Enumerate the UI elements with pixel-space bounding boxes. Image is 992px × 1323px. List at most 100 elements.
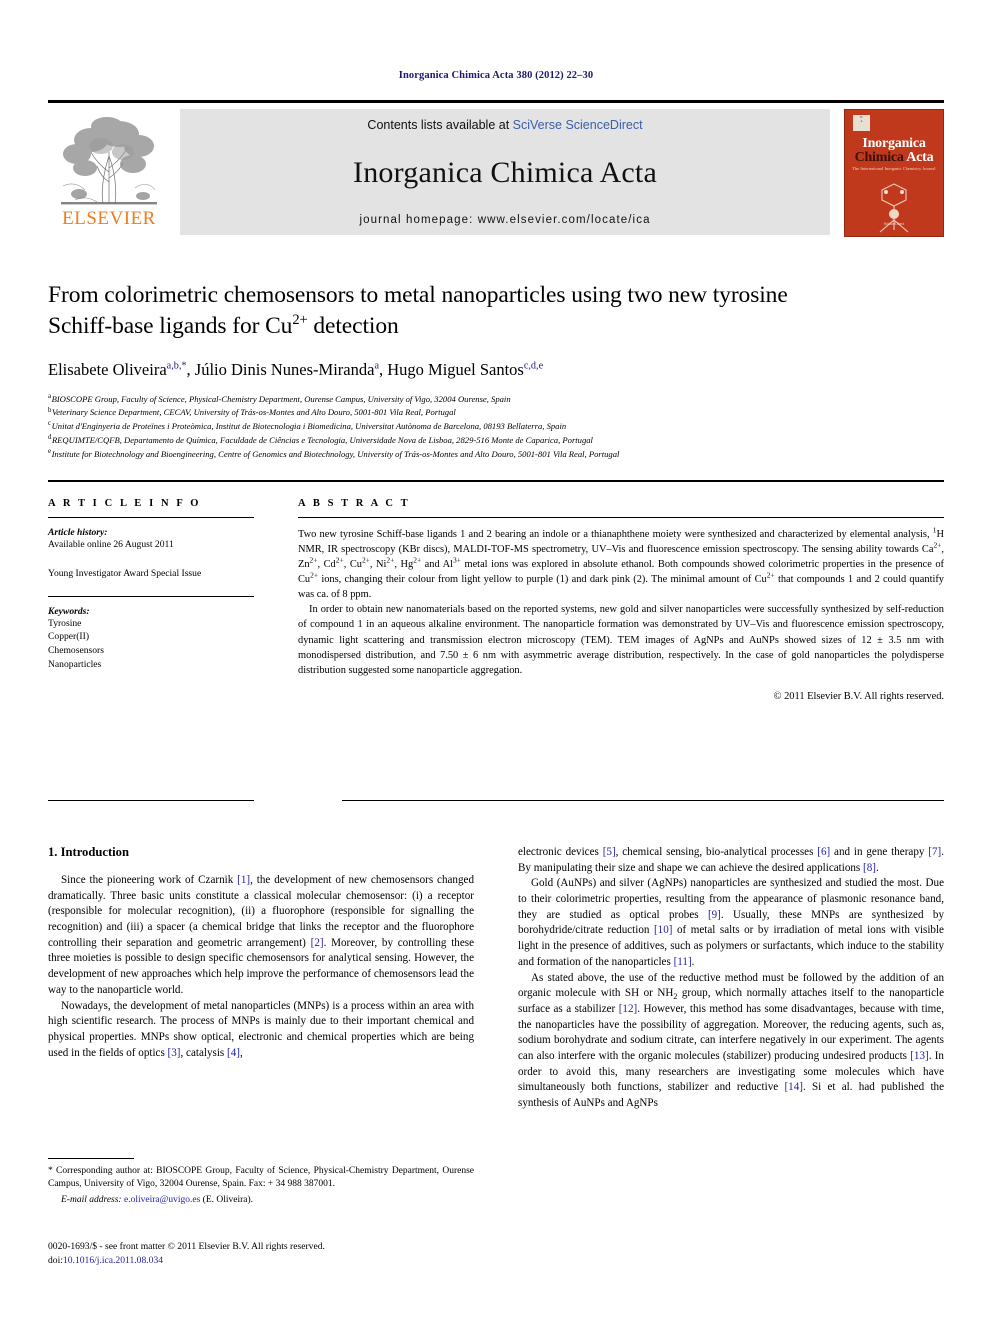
elsevier-wordmark: ELSEVIER (62, 208, 156, 229)
citation-link[interactable]: [10] (654, 924, 672, 936)
abs-seg: , Hg (394, 559, 414, 571)
cover-title-line2: Chimica Acta (845, 150, 943, 166)
email-link[interactable]: e.oliveira@uvigo.es (124, 1195, 200, 1205)
title-line-1: From colorimetric chemosensors to metal … (48, 282, 788, 308)
title-superscript: 2+ (292, 312, 308, 329)
abs-seg: , Cd (317, 559, 336, 571)
keyword-item: Tyrosine (48, 617, 82, 629)
text-seg: Nowadays, the development of metal nanop… (48, 999, 474, 1059)
abs-seg: ions, changing their colour from light y… (318, 574, 767, 586)
section-heading-introduction: 1. Introduction (48, 845, 129, 859)
info-bottom-rule (48, 800, 254, 801)
divider (48, 517, 254, 518)
abs-sup: 2+ (335, 555, 344, 565)
abs-sup: 2+ (766, 570, 775, 580)
contents-prefix: Contents lists available at (367, 118, 513, 132)
abs-seg: , Cu (343, 559, 362, 571)
intro-right-paragraph-3: As stated above, the use of the reductiv… (518, 971, 944, 1112)
abs-sup: 2+ (309, 555, 318, 565)
journal-band: Contents lists available at SciVerse Sci… (180, 109, 830, 235)
journal-homepage-link[interactable]: journal homepage: www.elsevier.com/locat… (359, 214, 650, 226)
text-seg: . (875, 861, 879, 874)
intro-right-paragraph-1: electronic devices [5], chemical sensing… (518, 845, 944, 876)
citation-link[interactable]: [2] (311, 937, 324, 949)
paper-page: Inorganica Chimica Acta 380 (2012) 22–30 (0, 0, 992, 1323)
contents-available-line: Contents lists available at SciVerse Sci… (367, 118, 642, 132)
text-seg: Since the pioneering work of Czarnik (61, 874, 238, 886)
doi-line: doi:10.1016/j.ica.2011.08.034 (48, 1254, 478, 1268)
citation-link[interactable]: [7] (928, 846, 941, 858)
abs-seg: and Al (421, 559, 454, 571)
abs-sup: 2+ (413, 555, 422, 565)
citation-link[interactable]: [9] (708, 909, 721, 921)
affiliation-item: eInstitute for Biotechnology and Bioengi… (48, 448, 944, 462)
abstract-heading: A B S T R A C T (298, 498, 411, 509)
text-seg: electronic devices (518, 846, 603, 858)
cover-footer-text: ScienceDirect (883, 221, 905, 226)
affiliation-item: dREQUIMTE/CQFB, Departamento de Química,… (48, 434, 944, 448)
intro-right-paragraph-2: Gold (AuNPs) and silver (AgNPs) nanopart… (518, 876, 944, 970)
title-line-2-post: detection (307, 313, 399, 340)
article-history-value: Available online 26 August 2011 (48, 539, 174, 550)
cover-title-chimica: Chimica (854, 150, 904, 165)
title-line-2-pre: Schiff-base ligands for Cu (48, 313, 293, 340)
sciencedirect-link[interactable]: SciVerse ScienceDirect (513, 118, 643, 132)
citation-link[interactable]: [8] (863, 862, 876, 874)
abstract-body: Two new tyrosine Schiff-base ligands 1 a… (298, 526, 944, 678)
cover-molecule-icon (879, 183, 909, 233)
citation-link[interactable]: [13] (910, 1050, 928, 1062)
abs-sup: 2+ (310, 570, 319, 580)
keyword-list: Tyrosine Copper(II) Chemosensors Nanopar… (48, 617, 254, 671)
affiliation-item: bVeterinary Science Department, CECAV, U… (48, 406, 944, 420)
intro-paragraph-2: Nowadays, the development of metal nanop… (48, 999, 474, 1062)
text-seg: . (691, 955, 695, 968)
citation-link[interactable]: [1] (237, 874, 250, 886)
affiliation-item: cUnitat d'Enginyeria de Proteïnes i Prot… (48, 420, 944, 434)
article-history-label: Article history: (48, 527, 108, 538)
cover-title-acta: Acta (906, 150, 934, 165)
frontmatter-line: 0020-1693/$ - see front matter © 2011 El… (48, 1241, 325, 1252)
abs-sup: 2+ (361, 555, 370, 565)
text-seg: , chemical sensing, bio-analytical proce… (615, 846, 818, 858)
footnote-block: * Corresponding author at: BIOSCOPE Grou… (48, 1158, 474, 1205)
corresponding-author-note: * Corresponding author at: BIOSCOPE Grou… (48, 1166, 474, 1190)
affiliation-list: aBIOSCOPE Group, Faculty of Science, Phy… (48, 393, 944, 463)
citation-link[interactable]: [6] (817, 846, 830, 858)
divider (48, 595, 254, 597)
body-left-column: 1. Introduction Since the pioneering wor… (48, 845, 474, 1112)
journal-title: Inorganica Chimica Acta (353, 156, 657, 189)
author-affiliation-marks: a,b,* (166, 360, 187, 371)
divider (298, 517, 944, 518)
article-info-heading: A R T I C L E I N F O (48, 498, 202, 509)
article-info-column: A R T I C L E I N F O Article history: A… (48, 498, 298, 702)
affiliation-text: Veterinary Science Department, CECAV, Un… (51, 407, 456, 418)
frontmatter-block: 0020-1693/$ - see front matter © 2011 El… (48, 1240, 478, 1269)
citation-link[interactable]: [12] (619, 1003, 637, 1015)
footnote-rule (48, 1158, 134, 1159)
author-name: Elisabete Oliveira (48, 359, 167, 379)
citation-link[interactable]: [5] (603, 846, 616, 858)
cover-publisher-logo: IC A (853, 115, 870, 131)
text-seg: , (239, 1046, 243, 1059)
abstract-paragraph-2: In order to obtain new nanomaterials bas… (298, 604, 944, 676)
citation-link[interactable]: [4] (227, 1047, 240, 1059)
journal-cover-thumbnail: IC A Inorganica Chimica Acta The Internat… (844, 109, 944, 237)
keyword-item: Nanoparticles (48, 658, 102, 670)
text-seg: and in gene therapy (830, 846, 929, 858)
email-label: E-mail address: (61, 1194, 122, 1205)
citation-link[interactable]: [14] (784, 1081, 802, 1093)
affiliation-text: Institute for Biotechnology and Bioengin… (51, 449, 620, 460)
journal-masthead: ELSEVIER Contents lists available at Sci… (48, 100, 944, 237)
body-right-column: electronic devices [5], chemical sensing… (518, 845, 944, 1112)
body-columns: 1. Introduction Since the pioneering wor… (48, 845, 944, 1112)
citation-link[interactable]: [3] (168, 1047, 181, 1059)
info-abstract-section: A R T I C L E I N F O Article history: A… (48, 480, 944, 702)
citation-link[interactable]: [11] (674, 956, 692, 968)
title-block: From colorimetric chemosensors to metal … (48, 280, 944, 462)
abstract-paragraph-1: Two new tyrosine Schiff-base ligands 1 a… (298, 526, 944, 602)
doi-link[interactable]: 10.1016/j.ica.2011.08.034 (63, 1255, 163, 1266)
author-affiliation-marks: c,d,e (523, 360, 544, 371)
email-owner: (E. Oliveira). (202, 1194, 254, 1205)
keywords-label: Keywords: (48, 605, 90, 617)
keyword-item: Chemosensors (48, 645, 104, 657)
